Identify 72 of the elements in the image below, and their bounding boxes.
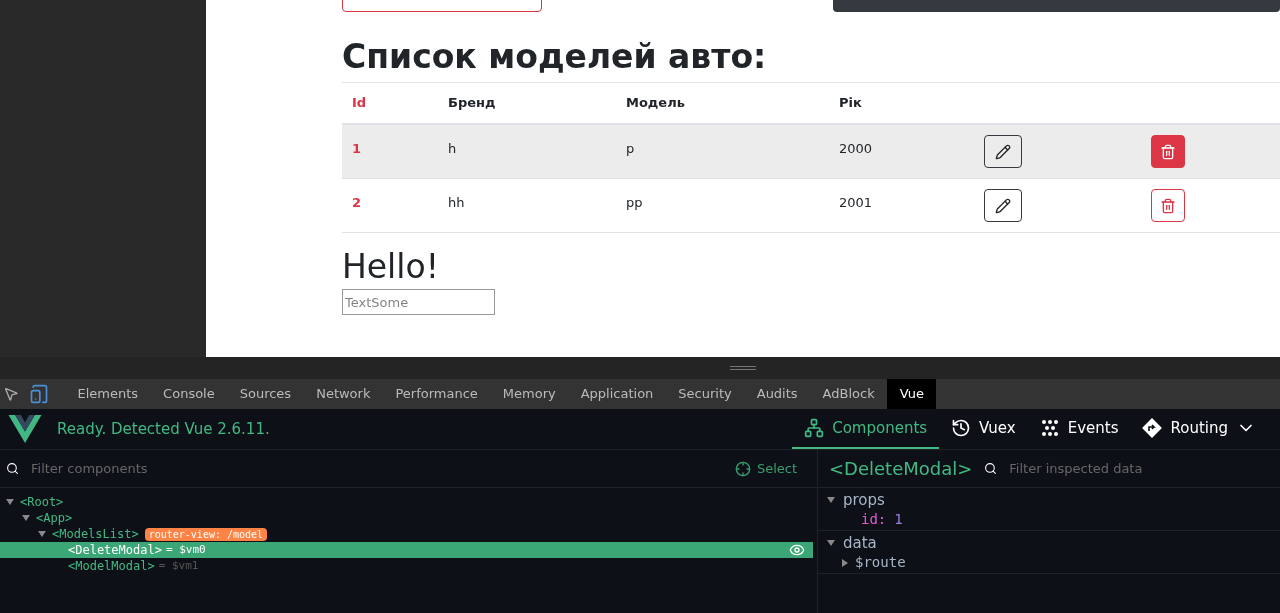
edit-icon: [995, 197, 1011, 214]
filter-data-field[interactable]: Filter inspected data: [1009, 458, 1260, 479]
expanded-triangle-icon[interactable]: [38, 530, 46, 538]
trash-icon: [1160, 143, 1176, 160]
edit-icon: [995, 143, 1011, 160]
tree-row[interactable]: <ModelModal> = $vm1: [0, 558, 817, 574]
table-cell-text: 2001: [839, 194, 874, 212]
component-node[interactable]: <ModelModal>: [68, 557, 155, 575]
collapsed-triangle-icon[interactable]: [841, 558, 849, 567]
column-header: Id: [351, 94, 368, 113]
inspect-cursor-icon[interactable]: [3, 386, 19, 402]
component-node[interactable]: <ModelsList>: [52, 525, 139, 543]
inspected-component-name: <DeleteModal>: [829, 457, 973, 481]
text-input[interactable]: TextSome: [342, 289, 495, 315]
table-cell-text: 2: [351, 194, 363, 212]
devtools-tab[interactable]: Elements: [65, 379, 151, 409]
resize-handle[interactable]: [730, 366, 756, 370]
crosshair-icon: [734, 460, 751, 477]
expanded-triangle-icon[interactable]: [6, 498, 14, 506]
table-cell-text: 1: [351, 140, 363, 158]
search-icon: [984, 462, 998, 475]
expanded-triangle-icon[interactable]: [827, 496, 835, 504]
table-cell-text: hh: [448, 194, 466, 212]
data-key: $route: [855, 552, 906, 573]
eye-icon[interactable]: [789, 542, 805, 558]
trash-icon: [1160, 197, 1176, 214]
select-button[interactable]: Select: [734, 458, 797, 479]
instance-ref: = $vm0: [165, 541, 206, 558]
page-heading: Список моделей авто:: [342, 38, 768, 76]
devtools-tab[interactable]: Network: [303, 379, 383, 409]
instance-ref: = $vm1: [158, 557, 199, 574]
section-title: data: [843, 532, 877, 554]
route-badge: router-view: /model: [144, 527, 268, 541]
hello-heading: Hello!: [342, 247, 440, 287]
edit-button[interactable]: [984, 189, 1022, 222]
search-icon: [6, 462, 19, 475]
device-icon[interactable]: [29, 384, 49, 404]
devtools-tab[interactable]: Console: [150, 379, 228, 409]
devtools-tab[interactable]: Sources: [227, 379, 304, 409]
section-title: props: [843, 489, 885, 511]
table-cell-text: p: [626, 140, 636, 158]
delete-button[interactable]: [1151, 135, 1185, 168]
nav-tab[interactable]: Events: [1027, 409, 1131, 449]
expanded-triangle-icon[interactable]: [827, 539, 835, 547]
nav-tab[interactable]: Routing: [1130, 409, 1268, 449]
devtools-tab[interactable]: Memory: [490, 379, 569, 409]
data-value: 1: [894, 510, 903, 529]
expanded-triangle-icon[interactable]: [22, 514, 30, 522]
column-header: Бренд: [448, 94, 497, 113]
delete-button[interactable]: [1151, 189, 1185, 222]
table-cell-text: pp: [626, 194, 644, 212]
devtools-tab[interactable]: Audits: [744, 379, 811, 409]
vue-logo-icon: [8, 415, 42, 443]
status-text: Ready. Detected Vue 2.6.11.: [57, 418, 270, 440]
devtools-tab[interactable]: Security: [665, 379, 745, 409]
devtools-tab[interactable]: Application: [568, 379, 666, 409]
column-header: Модель: [626, 94, 686, 113]
branch-icon: [804, 418, 825, 438]
data-key: id:: [861, 509, 887, 530]
edit-button[interactable]: [984, 135, 1022, 168]
component-node[interactable]: <App>: [36, 509, 73, 527]
filter-components-field[interactable]: Filter components: [31, 458, 331, 479]
column-header: Рік: [839, 94, 863, 113]
devtools-tab[interactable]: Vue: [887, 379, 937, 409]
devtools-tab[interactable]: Performance: [382, 379, 491, 409]
nav-tab[interactable]: Vuex: [939, 409, 1028, 449]
table-cell-text: 2000: [839, 140, 874, 158]
table-cell-text: h: [448, 140, 458, 158]
component-node[interactable]: <Root>: [20, 493, 64, 511]
dots-icon: [1039, 418, 1060, 438]
devtools-tab[interactable]: AdBlock: [810, 379, 888, 409]
history-icon: [951, 418, 972, 438]
